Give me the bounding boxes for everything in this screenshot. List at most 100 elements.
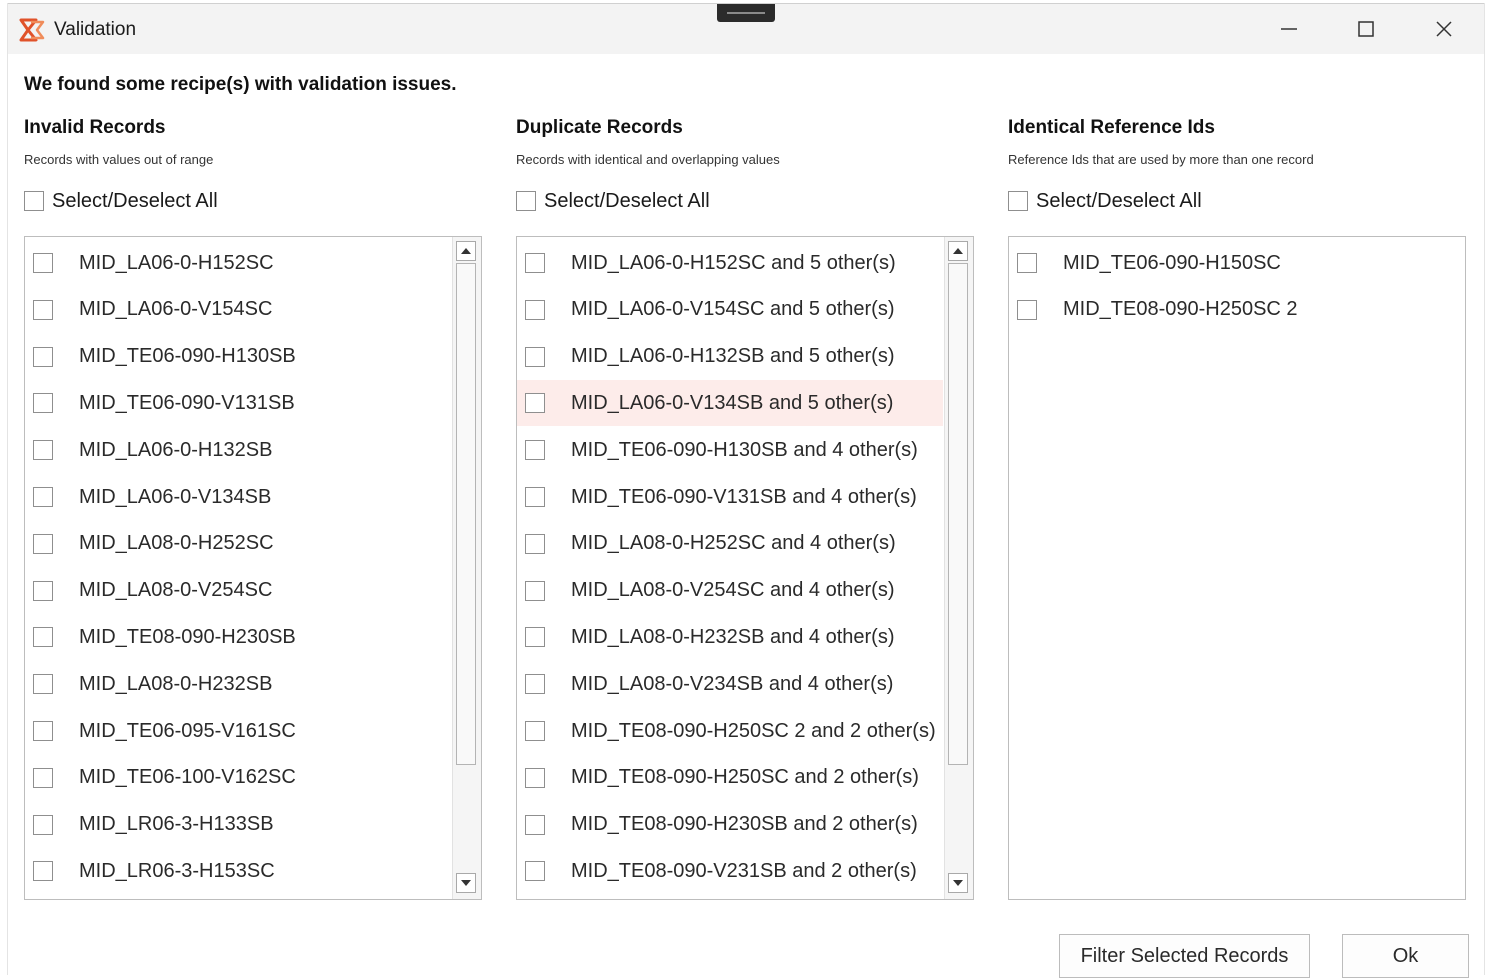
app-logo-icon — [18, 16, 46, 44]
scroll-thumb[interactable] — [948, 263, 968, 765]
item-checkbox[interactable] — [525, 393, 545, 414]
invalid-records-subtitle: Records with values out of range — [24, 152, 214, 167]
close-button[interactable] — [1421, 9, 1467, 49]
invalid-select-all[interactable]: Select/Deselect All — [24, 189, 218, 213]
scroll-down-button[interactable] — [948, 873, 968, 893]
identical-ids-list[interactable]: MID_TE06-090-H150SC MID_TE08-090-H250SC 2 — [1008, 236, 1466, 900]
item-label: MID_LR06-3-H153SC — [79, 859, 275, 882]
list-item[interactable]: MID_LA08-0-V254SC — [25, 568, 453, 614]
item-checkbox[interactable] — [525, 580, 545, 601]
list-item[interactable]: MID_LA06-0-H152SC — [25, 240, 453, 286]
item-checkbox[interactable] — [525, 814, 545, 835]
item-checkbox[interactable] — [525, 767, 545, 788]
item-checkbox[interactable] — [33, 674, 53, 695]
list-item[interactable]: MID_LA06-0-V134SB and 5 other(s) — [517, 380, 943, 427]
item-checkbox[interactable] — [525, 253, 545, 273]
item-checkbox[interactable] — [33, 487, 53, 507]
item-checkbox[interactable] — [33, 861, 53, 882]
item-checkbox[interactable] — [1017, 253, 1037, 273]
item-label: MID_LA08-0-H252SC — [79, 532, 274, 555]
list-item[interactable]: MID_LA06-0-H132SB — [25, 427, 453, 473]
list-item[interactable]: MID_TE06-090-V131SB — [25, 380, 453, 426]
item-checkbox[interactable] — [33, 627, 53, 648]
duplicate-select-all[interactable]: Select/Deselect All — [516, 189, 710, 213]
item-label: MID_LA06-0-H132SB and 5 other(s) — [571, 345, 895, 368]
scroll-thumb[interactable] — [456, 263, 476, 765]
invalid-select-all-checkbox[interactable] — [24, 191, 44, 211]
item-checkbox[interactable] — [525, 533, 545, 554]
item-checkbox[interactable] — [525, 487, 545, 507]
list-item[interactable]: MID_TE08-090-H250SC 2 and 2 other(s) — [517, 708, 943, 754]
item-label: MID_LA08-0-V254SC and 4 other(s) — [571, 579, 895, 602]
item-label: MID_TE06-090-V131SB — [79, 391, 295, 414]
item-checkbox[interactable] — [525, 299, 545, 320]
scroll-up-button[interactable] — [948, 241, 968, 261]
list-item[interactable]: MID_TE08-090-H230SB — [25, 614, 453, 660]
list-item[interactable]: MID_LA08-0-H252SC — [25, 521, 453, 567]
item-checkbox[interactable] — [33, 346, 53, 367]
minimize-button[interactable] — [1266, 9, 1312, 49]
window-title: Validation — [54, 19, 137, 40]
maximize-icon — [1358, 21, 1374, 37]
item-checkbox[interactable] — [33, 393, 53, 414]
duplicate-list-scrollbar[interactable] — [944, 237, 973, 899]
list-item[interactable]: MID_TE06-095-V161SC — [25, 708, 453, 754]
list-item[interactable]: MID_LA08-0-V234SB and 4 other(s) — [517, 661, 943, 707]
scroll-down-button[interactable] — [456, 873, 476, 893]
list-item[interactable]: MID_LA06-0-V134SB — [25, 474, 453, 520]
duplicate-select-all-checkbox[interactable] — [516, 191, 536, 211]
maximize-button[interactable] — [1343, 9, 1389, 49]
filter-selected-records-button[interactable]: Filter Selected Records — [1059, 934, 1310, 978]
item-label: MID_TE06-095-V161SC — [79, 719, 296, 742]
identical-select-all[interactable]: Select/Deselect All — [1008, 189, 1202, 213]
item-checkbox[interactable] — [33, 814, 53, 835]
list-item[interactable]: MID_TE06-090-V131SB and 4 other(s) — [517, 474, 943, 520]
list-item[interactable]: MID_LA08-0-H252SC and 4 other(s) — [517, 521, 943, 567]
list-item[interactable]: MID_TE08-090-H250SC 2 — [1009, 287, 1465, 333]
item-checkbox[interactable] — [33, 721, 53, 741]
invalid-select-all-label: Select/Deselect All — [52, 189, 218, 212]
list-item[interactable]: MID_LR06-3-H153SC — [25, 848, 453, 894]
item-label: MID_LA06-0-V134SB — [79, 485, 272, 508]
list-item[interactable]: MID_TE08-090-V231SB and 2 other(s) — [517, 848, 943, 894]
list-item[interactable]: MID_LA08-0-V254SC and 4 other(s) — [517, 568, 943, 614]
item-label: MID_TE08-090-V231SB and 2 other(s) — [571, 859, 917, 882]
list-item[interactable]: MID_LR06-3-H133SB — [25, 802, 453, 848]
item-checkbox[interactable] — [525, 346, 545, 367]
item-checkbox[interactable] — [525, 721, 545, 741]
list-item[interactable]: MID_LA06-0-V154SC and 5 other(s) — [517, 287, 943, 333]
item-checkbox[interactable] — [33, 533, 53, 554]
duplicate-records-list[interactable]: MID_LA06-0-H152SC and 5 other(s) MID_LA06… — [516, 236, 974, 900]
item-checkbox[interactable] — [33, 253, 53, 273]
list-item[interactable]: MID_LA06-0-V154SC — [25, 287, 453, 333]
ok-button[interactable]: Ok — [1342, 934, 1469, 978]
list-item[interactable]: MID_LA08-0-H232SB and 4 other(s) — [517, 614, 943, 660]
list-item[interactable]: MID_TE08-090-H230SB and 2 other(s) — [517, 802, 943, 848]
item-checkbox[interactable] — [1017, 299, 1037, 320]
identical-select-all-checkbox[interactable] — [1008, 191, 1028, 211]
list-item[interactable]: MID_TE06-090-H130SB and 4 other(s) — [517, 427, 943, 473]
list-item[interactable]: MID_LA08-0-H232SB — [25, 661, 453, 707]
invalid-records-title: Invalid Records — [24, 117, 166, 138]
scroll-up-button[interactable] — [456, 241, 476, 261]
item-checkbox[interactable] — [33, 299, 53, 320]
list-item[interactable]: MID_LA06-0-H152SC and 5 other(s) — [517, 240, 943, 286]
list-item[interactable]: MID_TE06-090-H130SB — [25, 334, 453, 380]
list-item[interactable]: MID_TE06-100-V162SC — [25, 755, 453, 801]
list-item[interactable]: MID_LA06-0-H132SB and 5 other(s) — [517, 334, 943, 380]
item-checkbox[interactable] — [525, 440, 545, 461]
list-item[interactable]: MID_TE06-090-H150SC — [1009, 240, 1465, 286]
item-checkbox[interactable] — [33, 440, 53, 461]
arrow-up-icon — [461, 248, 471, 254]
item-label: MID_LR06-3-H133SB — [79, 813, 274, 836]
item-checkbox[interactable] — [525, 674, 545, 695]
invalid-list-scrollbar[interactable] — [452, 237, 481, 899]
item-checkbox[interactable] — [525, 627, 545, 648]
list-item[interactable]: MID_TE08-090-H250SC and 2 other(s) — [517, 755, 943, 801]
item-checkbox[interactable] — [33, 767, 53, 788]
invalid-records-list[interactable]: MID_LA06-0-H152SC MID_LA06-0-V154SC MID_TE… — [24, 236, 482, 900]
page-heading: We found some recipe(s) with validation … — [24, 74, 457, 95]
item-checkbox[interactable] — [525, 861, 545, 882]
item-checkbox[interactable] — [33, 580, 53, 601]
drag-handle[interactable] — [717, 4, 775, 22]
